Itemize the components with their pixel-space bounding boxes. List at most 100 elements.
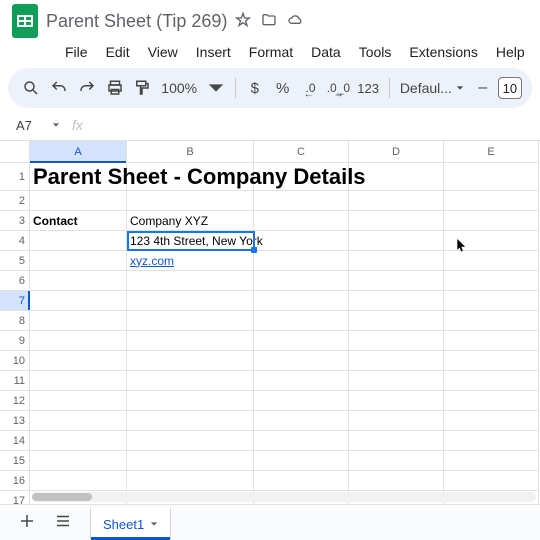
cell[interactable] [30,391,127,411]
cell[interactable] [444,351,539,371]
row-header[interactable]: 11 [0,371,30,391]
row-header[interactable]: 10 [0,351,30,371]
cell[interactable] [30,351,127,371]
cell[interactable] [444,211,539,231]
cell[interactable] [349,311,444,331]
cell[interactable] [444,411,539,431]
cell[interactable] [30,231,127,251]
search-menus-icon[interactable] [18,74,44,102]
cell[interactable] [349,391,444,411]
cell[interactable] [444,471,539,491]
name-box[interactable]: A7 [8,114,64,136]
menu-help[interactable]: Help [489,42,532,62]
cell[interactable] [349,231,444,251]
cell[interactable] [349,271,444,291]
menu-view[interactable]: View [141,42,185,62]
row-header[interactable]: 2 [0,191,30,211]
cell[interactable] [30,371,127,391]
menu-edit[interactable]: Edit [99,42,137,62]
cell[interactable] [127,391,254,411]
increase-decimal-button[interactable]: .0_0→ [325,74,351,102]
cell[interactable] [349,211,444,231]
undo-icon[interactable] [46,74,72,102]
redo-icon[interactable] [74,74,100,102]
row-header[interactable]: 1 [0,163,30,191]
zoom-caret-icon[interactable] [203,74,229,102]
cell[interactable]: Parent Sheet - Company Details [30,163,127,191]
cell[interactable] [444,451,539,471]
add-sheet-button[interactable] [18,512,36,533]
cell[interactable] [30,311,127,331]
cell[interactable] [254,351,349,371]
cell[interactable] [30,331,127,351]
spreadsheet-grid[interactable]: A B C D E 1 Parent Sheet - Company Detai… [0,140,540,518]
cell[interactable] [30,251,127,271]
cell[interactable] [254,311,349,331]
cell[interactable] [254,231,349,251]
cell[interactable] [444,371,539,391]
cell[interactable] [349,411,444,431]
cell[interactable] [254,251,349,271]
cell[interactable] [127,191,254,211]
zoom-select[interactable]: 100% [157,80,201,96]
cell[interactable] [349,251,444,271]
col-header-C[interactable]: C [254,141,349,163]
cell[interactable] [444,271,539,291]
currency-button[interactable]: $ [242,74,268,102]
cell[interactable] [127,371,254,391]
cell[interactable] [444,311,539,331]
cell[interactable] [127,451,254,471]
cell[interactable] [254,291,349,311]
decrease-font-size-button[interactable]: – [470,74,496,102]
row-header[interactable]: 5 [0,251,30,271]
menu-extensions[interactable]: Extensions [402,42,484,62]
select-all-corner[interactable] [0,141,30,163]
row-header[interactable]: 16 [0,471,30,491]
formula-bar[interactable] [91,114,532,136]
menu-insert[interactable]: Insert [189,42,238,62]
cell[interactable] [349,291,444,311]
col-header-A[interactable]: A [30,141,127,163]
row-header[interactable]: 12 [0,391,30,411]
cell[interactable] [349,331,444,351]
row-header[interactable]: 14 [0,431,30,451]
cell[interactable] [30,411,127,431]
cell[interactable] [127,431,254,451]
cell[interactable] [254,431,349,451]
cell[interactable] [444,291,539,311]
row-header[interactable]: 7 [0,291,30,311]
cell[interactable] [444,431,539,451]
menu-data[interactable]: Data [304,42,348,62]
cell[interactable] [444,191,539,211]
cell[interactable] [254,191,349,211]
row-header[interactable]: 8 [0,311,30,331]
cell[interactable] [349,471,444,491]
menu-format[interactable]: Format [242,42,300,62]
cell[interactable] [254,331,349,351]
cloud-status-icon[interactable] [287,12,303,31]
cell[interactable] [254,211,349,231]
cell[interactable] [127,291,254,311]
col-header-B[interactable]: B [127,141,254,163]
cell[interactable] [444,163,539,191]
cell[interactable] [127,331,254,351]
cell[interactable] [444,391,539,411]
cell[interactable] [444,331,539,351]
cell[interactable]: 123 4th Street, New York [127,231,254,251]
all-sheets-button[interactable] [54,512,72,533]
cell[interactable] [127,271,254,291]
cell[interactable] [254,271,349,291]
number-format-button[interactable]: 123 [353,74,383,102]
row-header[interactable]: 3 [0,211,30,231]
cell[interactable] [30,451,127,471]
row-header[interactable]: 9 [0,331,30,351]
decrease-decimal-button[interactable]: .0← [298,74,324,102]
row-header[interactable]: 6 [0,271,30,291]
sheet-tab[interactable]: Sheet1 [90,507,171,539]
cell[interactable] [127,471,254,491]
star-icon[interactable] [235,12,251,31]
cell[interactable] [30,431,127,451]
cell[interactable] [254,411,349,431]
horizontal-scrollbar[interactable] [32,492,536,502]
cell[interactable] [127,311,254,331]
